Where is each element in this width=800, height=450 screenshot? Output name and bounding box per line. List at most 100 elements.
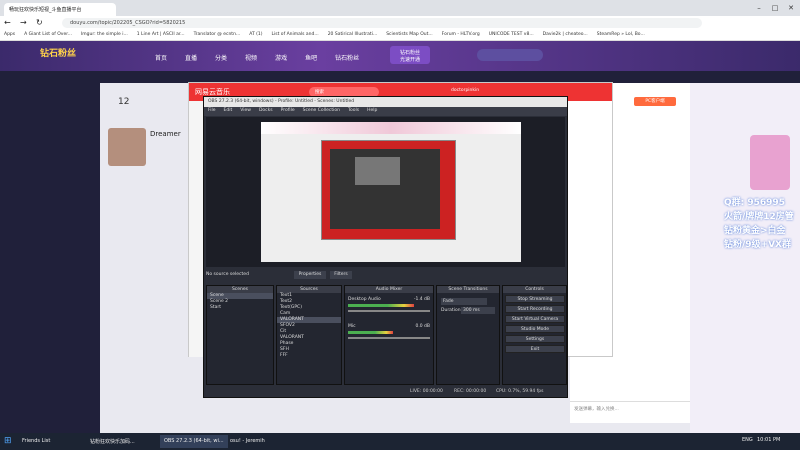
taskbar-item[interactable]: OBS 27.2.3 (64-bit, wi... <box>160 435 228 448</box>
stream-overlay-text: Q群: 956995 火箭/牌牌12房管 钻粉黄金>白金 钻粉/9级+VX群 <box>724 196 794 252</box>
bookmark-item[interactable]: Scientists Map Out... <box>386 32 432 38</box>
track-name: Desktop Audio <box>348 297 381 302</box>
obs-window: OBS 27.2.3 (64-bit, windows) - Profile: … <box>203 96 568 398</box>
back-icon[interactable]: ← <box>4 18 11 27</box>
bookmark-item[interactable]: AT (1) <box>249 32 262 38</box>
track-name: Mic <box>348 324 356 329</box>
control-button-3[interactable]: Studio Mode <box>505 325 565 333</box>
vip-button[interactable]: 钻石粉丝 光速开通 <box>390 46 430 64</box>
scene-item[interactable]: Start <box>207 305 273 311</box>
nav-item-5[interactable]: 鱼吧 <box>305 53 317 62</box>
nav-item-2[interactable]: 分类 <box>215 53 227 62</box>
address-bar-row: ← → ↻ douyu.com/topic/202205_CSGO?rid=58… <box>0 16 800 30</box>
obs-menu-item[interactable]: Edit <box>224 108 233 115</box>
control-button-5[interactable]: Exit <box>505 345 565 353</box>
bookmark-item[interactable]: Davie2k | cheateo... <box>543 32 588 38</box>
filters-button[interactable]: Filters <box>330 271 352 279</box>
chat-input[interactable]: 发送弹幕，输入兑换... <box>570 401 690 415</box>
netease-logo[interactable]: 网易云音乐 <box>195 88 230 96</box>
streamer-avatar[interactable] <box>108 128 146 166</box>
duration-input[interactable]: 300 ms <box>461 307 495 314</box>
obs-statusbar: LIVE: 00:00:00 REC: 00:00:00 CPU: 0.7%, … <box>204 387 567 397</box>
minimize-icon[interactable]: – <box>752 2 766 14</box>
control-button-1[interactable]: Start Recording <box>505 305 565 313</box>
nav-item-6[interactable]: 钻石粉丝 <box>335 53 359 62</box>
obs-menu-item[interactable]: View <box>240 108 251 115</box>
overlay-line: 火箭/牌牌12房管 <box>724 212 794 222</box>
obs-menu-item[interactable]: Docks <box>259 108 273 115</box>
promo-image[interactable] <box>750 135 790 190</box>
windows-taskbar: ⊞ Friends List 钻粉狂欢快乐加码... OBS 27.2.3 (64-… <box>0 433 800 450</box>
overlay-line: 钻粉黄金>白金 <box>724 226 786 236</box>
netease-user[interactable]: doctorpinkin <box>451 88 479 93</box>
bookmark-item[interactable]: A Giant List of Over... <box>24 32 72 38</box>
maximize-icon[interactable]: □ <box>768 2 782 14</box>
viewer-count: 12 <box>118 97 130 107</box>
site-logo[interactable]: 钻石粉丝 <box>40 46 76 59</box>
volume-slider[interactable] <box>348 310 430 312</box>
nav-item-3[interactable]: 视频 <box>245 53 257 62</box>
nav-item-0[interactable]: 首页 <box>155 53 167 62</box>
sources-dock: Sources Text1 Text2 Text(GPC) Cam VALORANT SF… <box>276 285 342 385</box>
reload-icon[interactable]: ↻ <box>36 18 43 27</box>
forward-icon[interactable]: → <box>20 18 27 27</box>
properties-button[interactable]: Properties <box>294 271 326 279</box>
track-db: 0.0 dB <box>415 324 430 329</box>
taskbar-item[interactable]: osu! - Jeremih <box>226 435 269 448</box>
live-timer: LIVE: 00:00:00 <box>410 389 443 394</box>
preview-capture <box>261 122 521 262</box>
mixer-track: Mic 0.0 dB <box>345 322 433 341</box>
no-source-label: No source selected <box>206 272 249 277</box>
overlay-line: Q群: 956995 <box>724 198 785 208</box>
track-db: -1.4 dB <box>413 297 430 302</box>
bookmark-item[interactable]: List of Animals and... <box>272 32 319 38</box>
control-button-2[interactable]: Start Virtual Camera <box>505 315 565 323</box>
windows-start-icon[interactable]: ⊞ <box>4 436 12 446</box>
url-input[interactable]: douyu.com/topic/202205_CSGO?rid=5820215 <box>62 18 702 28</box>
close-icon[interactable]: ✕ <box>784 2 798 14</box>
transition-select[interactable]: Fade <box>441 298 487 305</box>
bookmark-item[interactable]: Translator @ ecntn... <box>194 32 241 38</box>
obs-menu-item[interactable]: Help <box>367 108 377 115</box>
site-search-input[interactable] <box>477 49 543 61</box>
obs-menu-item[interactable]: Profile <box>281 108 295 115</box>
control-button-0[interactable]: Stop Streaming <box>505 295 565 303</box>
browser-tab-strip: 畅玩狂欢快乐短视_斗鱼直播平台 – □ ✕ <box>0 0 800 16</box>
obs-menu-item[interactable]: Scene Collection <box>303 108 340 115</box>
netease-sidebar <box>189 101 203 357</box>
bookmarks-bar: Apps A Giant List of Over... Imgur: the si… <box>0 30 800 41</box>
control-button-4[interactable]: Settings <box>505 335 565 343</box>
bookmark-item[interactable]: 1 Line Art | ASCII ar... <box>137 32 185 38</box>
bookmark-item[interactable]: UNICODE TEST v8... <box>489 32 534 38</box>
nav-item-1[interactable]: 直播 <box>185 53 197 62</box>
obs-preview[interactable] <box>206 117 565 267</box>
source-item[interactable]: FFF <box>277 353 341 359</box>
transitions-dock: Scene Transitions Fade Duration 300 ms <box>436 285 500 385</box>
streamer-name[interactable]: Dreamer <box>150 130 181 138</box>
controls-dock: Controls Stop Streaming Start Recording St… <box>502 285 567 385</box>
clock[interactable]: 10:01 PM <box>757 437 780 443</box>
taskbar-item[interactable]: 钻粉狂欢快乐加码... <box>86 435 139 448</box>
audio-mixer-dock: Audio Mixer Desktop Audio -1.4 dB Mic 0.0 d… <box>344 285 434 385</box>
site-nav: 首页 直播 分类 视频 游戏 鱼吧 钻石粉丝 <box>155 53 359 62</box>
bookmark-item[interactable]: Forum - HLTV.org <box>442 32 480 38</box>
nav-item-4[interactable]: 游戏 <box>275 53 287 62</box>
bookmark-item[interactable]: Apps <box>4 32 15 38</box>
duration-label: Duration <box>441 308 461 313</box>
scenes-dock: Scenes Scene Scene 2 Start <box>206 285 274 385</box>
mixer-track: Desktop Audio -1.4 dB <box>345 295 433 314</box>
bookmark-item[interactable]: Imgur: the simple i... <box>81 32 128 38</box>
bookmark-item[interactable]: 20 Satirical Illustrati... <box>328 32 378 38</box>
volume-slider[interactable] <box>348 337 430 339</box>
taskbar-item[interactable]: Friends List <box>18 435 54 448</box>
obs-menu-item[interactable]: File <box>208 108 216 115</box>
right-banner <box>690 83 800 433</box>
obs-titlebar: OBS 27.2.3 (64-bit, windows) - Profile: … <box>204 97 567 107</box>
rec-timer: REC: 00:00:00 <box>454 389 487 394</box>
pc-client-button[interactable]: PC客户端 <box>634 97 676 106</box>
obs-menu-item[interactable]: Tools <box>348 108 359 115</box>
bookmark-item[interactable]: SteamRep » Lol, Bo... <box>597 32 645 38</box>
language-indicator[interactable]: ENG <box>742 437 753 443</box>
obs-menubar: File Edit View Docks Profile Scene Collection… <box>204 107 567 116</box>
browser-tab[interactable]: 畅玩狂欢快乐短视_斗鱼直播平台 <box>4 3 116 16</box>
